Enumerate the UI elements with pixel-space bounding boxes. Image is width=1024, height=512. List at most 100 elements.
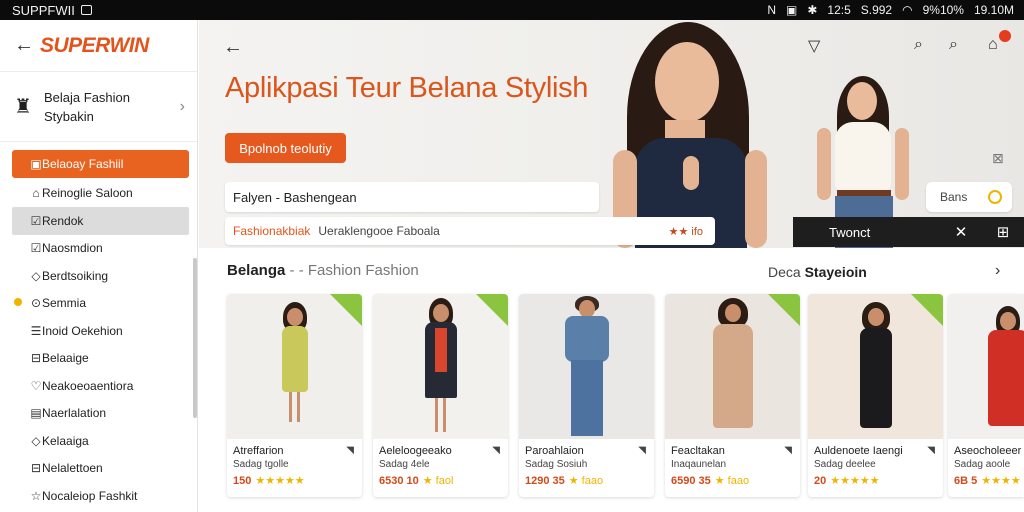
search-input[interactable]: Falyen - Bashengean	[225, 182, 599, 212]
rating-stars: ★★★★	[981, 475, 1021, 487]
product-price: 1290 35 ★ faao	[525, 474, 603, 487]
hero-title: Aplikpasi Teur Belana Stylish	[225, 72, 589, 104]
back-arrow-icon[interactable]: ←	[223, 36, 243, 59]
sidebar: ← SUPERWIN ♜ Belaja Fashion Stybakin › ▣…	[0, 20, 198, 512]
product-card[interactable]: Aseocholeeer Sadag aoole 6B 5 ★★★★	[948, 294, 1024, 497]
sidebar-item-4[interactable]: ☑ Naosmdion	[12, 235, 189, 263]
app-logo: SUPERWIN	[40, 33, 149, 57]
product-card[interactable]: Paroahlaion ◥ Sadag Sosiuh 1290 35 ★ faao	[519, 294, 654, 497]
calendar-icon: ▣	[30, 156, 42, 171]
bookmark-icon[interactable]: ⊠	[992, 150, 1004, 167]
brand-pill[interactable]: Bans	[926, 182, 1012, 212]
sidebar-item-label: Belaoay Fashiil	[42, 156, 124, 171]
sidebar-item-1[interactable]: ▣ Belaoay Fashiil	[12, 150, 189, 178]
wishlist-icon[interactable]: ◥	[784, 445, 792, 456]
search-icon[interactable]: ⌕	[914, 36, 923, 54]
sidebar-menu: ▣ Belaoay Fashiil ⌂ Reinoglie Saloon ☑ Rend…	[0, 142, 197, 510]
product-name: Aseocholeeer	[954, 445, 1022, 457]
product-price: 6B 5 ★★★★	[954, 474, 1021, 487]
product-card[interactable]: Feacltakan ◥ Inaqaunelan 6590 35 ★ faao	[665, 294, 800, 497]
sidebar-item-label: Inoid Oekehion	[42, 323, 123, 338]
price-value: 6590 35	[671, 475, 711, 487]
product-card[interactable]: Aeleloogeeako ◥ Sadag 4ele 6530 10 ★ faol	[373, 294, 508, 497]
sidebar-item-6[interactable]: ⊙ Semmia	[12, 290, 189, 318]
sidebar-item-label: Belaaige	[42, 351, 89, 366]
star-icon: ☆	[30, 488, 42, 503]
product-subtitle: Sadag deelee	[814, 459, 876, 470]
section-right-muted: Deca	[768, 264, 805, 280]
sidebar-item-label: Nocaleiop Fashkit	[42, 488, 138, 503]
sidebar-item-11[interactable]: ◇ Kelaaiga	[12, 427, 189, 455]
brand-pill-label: Bans	[940, 190, 968, 204]
profile-line-2: Stybakin	[44, 108, 94, 124]
product-subtitle: Sadag 4ele	[379, 459, 430, 470]
filter-icon[interactable]: ▽	[808, 36, 820, 56]
wishlist-icon[interactable]: ◥	[492, 445, 500, 456]
status-bar: SUPPFWII Ν ▣ ✱ 12:5 S.992 ◠ 9%10% 19.10M	[0, 0, 1024, 20]
sidebar-item-9[interactable]: ♡ Neakoeoaentiora	[12, 372, 189, 400]
bluetooth-icon: ✱	[807, 3, 818, 17]
nfc-icon: Ν	[767, 3, 776, 17]
cart-icon[interactable]: ⌂	[988, 36, 998, 54]
sidebar-item-7[interactable]: ☰ Inoid Oekehion	[12, 317, 189, 345]
wishlist-icon[interactable]: ◥	[927, 445, 935, 456]
new-tag-badge	[476, 294, 508, 326]
notification-icon	[80, 5, 92, 15]
product-subtitle: Sadag aoole	[954, 459, 1011, 470]
product-card[interactable]: Auldenoete Iaengi ◥ Sadag deelee 20 ★★★★★	[808, 294, 943, 497]
grid-icon[interactable]: ⊞	[982, 223, 1024, 241]
sidebar-header: ← SUPERWIN	[0, 20, 197, 72]
chevron-right-icon: ›	[179, 97, 185, 115]
sidebar-item-13[interactable]: ☆ Nocaleiop Fashkit	[12, 482, 189, 510]
target-icon: ⊙	[30, 296, 42, 311]
product-name: Feacltakan	[671, 445, 725, 457]
bag-icon: ⊟	[30, 461, 42, 476]
product-image	[948, 294, 1024, 439]
close-x-icon[interactable]: ✕	[940, 223, 982, 241]
wishlist-icon[interactable]: ◥	[638, 445, 646, 456]
section-right-bold: Stayeioin	[804, 264, 867, 280]
new-tag-badge	[768, 294, 800, 326]
grid-icon: ⊟	[30, 351, 42, 366]
search2-text: Ueraklengooe Faboala	[318, 224, 440, 238]
rating-stars: ★ faao	[568, 475, 604, 487]
sidebar-item-5[interactable]: ◇ Berdtsoiking	[12, 262, 189, 290]
sidebar-item-label: Naerlalation	[42, 406, 107, 421]
price-value: 20	[814, 475, 827, 487]
hero-banner: ← Aplikpasi Teur Belana Stylish Bpolnob …	[199, 20, 1024, 248]
sidebar-item-2[interactable]: ⌂ Reinoglie Saloon	[12, 180, 189, 208]
back-arrow-icon[interactable]: ←	[14, 34, 40, 57]
sidebar-item-label: Neakoeoaentiora	[42, 378, 134, 393]
wishlist-icon[interactable]: ◥	[346, 445, 354, 456]
sidebar-item-12[interactable]: ⊟ Nelalettoen	[12, 455, 189, 483]
product-card[interactable]: Atreffarion ◥ Sadag tgolle 150 ★★★★★	[227, 294, 362, 497]
hero-cta-button[interactable]: Bpolnob teolutiy	[225, 133, 346, 163]
product-price: 20 ★★★★★	[814, 474, 880, 487]
product-name: Aeleloogeeako	[379, 445, 452, 457]
sidebar-scrollbar[interactable]	[193, 258, 197, 418]
product-subtitle: Sadag tgolle	[233, 459, 289, 470]
product-image	[519, 294, 654, 439]
price-value: 1290 35	[525, 475, 565, 487]
new-tag-badge	[330, 294, 362, 326]
hanger-icon: ♜	[14, 96, 32, 118]
section-title-muted: Fashion Fashion	[307, 262, 419, 279]
sidebar-item-label: Nelalettoen	[42, 461, 103, 476]
indicator-dot	[14, 297, 22, 306]
rating-stars: ★ faol	[422, 475, 454, 487]
chevron-right-icon[interactable]: ›	[995, 262, 1000, 280]
section-title: Belanga - - Fashion Fashion	[227, 262, 419, 279]
sidebar-item-3[interactable]: ☑ Rendok	[12, 207, 189, 235]
hero-model-image	[599, 20, 779, 248]
sidebar-profile[interactable]: ♜ Belaja Fashion Stybakin ›	[0, 72, 197, 142]
section-see-all[interactable]: Deca Stayeioin	[768, 264, 867, 280]
search2-rating: ★★ ifo	[668, 225, 703, 238]
sidebar-item-8[interactable]: ⊟ Belaaige	[12, 345, 189, 373]
product-price: 6590 35 ★ faao	[671, 474, 749, 487]
section-title-bold: Belanga	[227, 262, 286, 279]
sidebar-item-label: Naosmdion	[42, 241, 103, 256]
sidebar-item-10[interactable]: ▤ Naerlalation	[12, 400, 189, 428]
wifi-icon: ◠	[902, 3, 913, 17]
search-alt-icon[interactable]: ⌕	[949, 36, 958, 54]
secondary-search-input[interactable]: Fashionakbiak Ueraklengooe Faboala ★★ if…	[225, 217, 715, 245]
